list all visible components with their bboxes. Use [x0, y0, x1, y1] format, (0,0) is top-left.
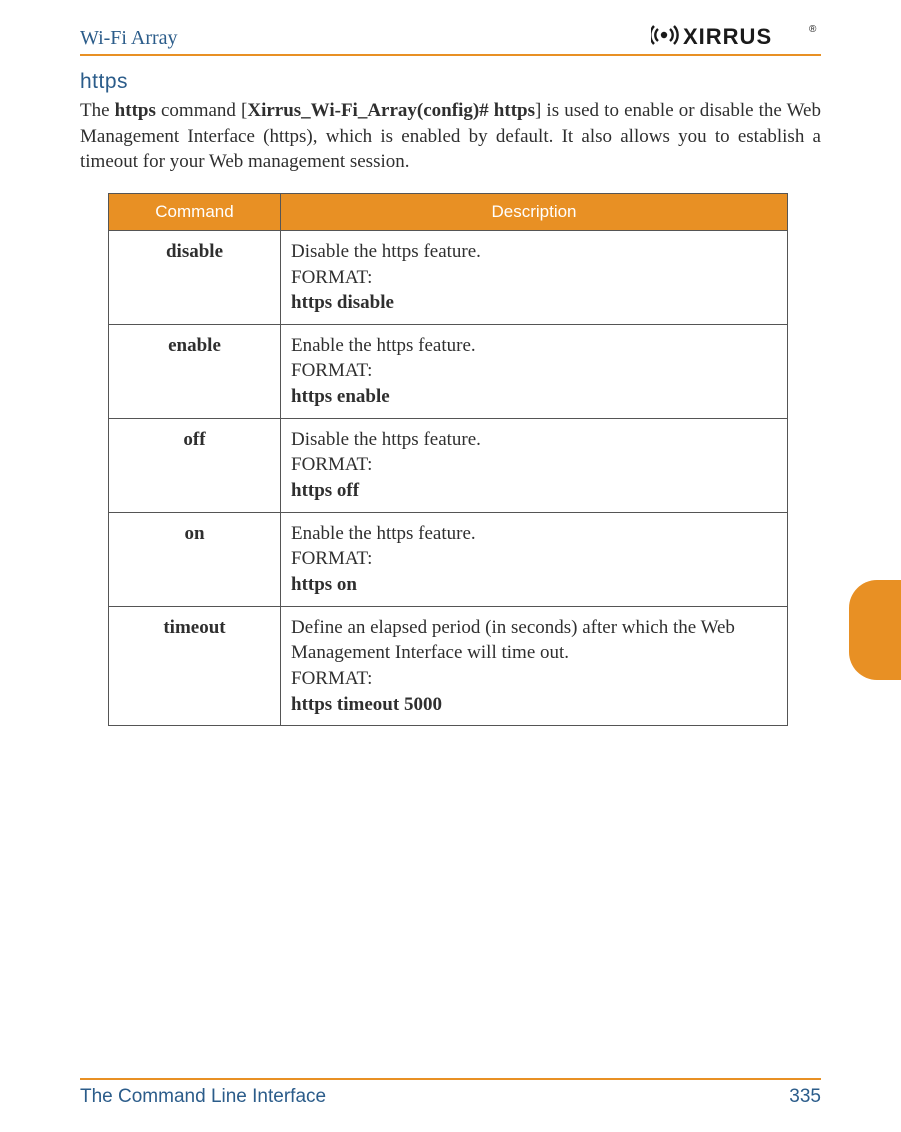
footer-left: The Command Line Interface [80, 1086, 326, 1108]
page-footer: The Command Line Interface 335 [80, 1078, 821, 1108]
intro-prompt: Xirrus_Wi-Fi_Array(config)# https [247, 100, 535, 121]
cell-command: disable [109, 230, 281, 324]
desc-text: Enable the https feature. [291, 335, 476, 356]
cell-description: Disable the https feature. FORMAT: https… [281, 230, 788, 324]
cell-description: Enable the https feature. FORMAT: https … [281, 324, 788, 418]
table-row: off Disable the https feature. FORMAT: h… [109, 418, 788, 512]
format-label: FORMAT: [291, 548, 372, 569]
cell-command: off [109, 418, 281, 512]
desc-text: Enable the https feature. [291, 523, 476, 544]
logo-text: XIRRUS [683, 24, 772, 49]
desc-text: Disable the https feature. [291, 429, 481, 450]
format-label: FORMAT: [291, 668, 372, 689]
page-header: Wi-Fi Array XIRRUS ® [80, 20, 821, 50]
table-row: timeout Define an elapsed period (in sec… [109, 606, 788, 726]
table-row: enable Enable the https feature. FORMAT:… [109, 324, 788, 418]
col-header-description: Description [281, 193, 788, 230]
intro-paragraph: The https command [Xirrus_Wi-Fi_Array(co… [80, 98, 821, 175]
format-label: FORMAT: [291, 267, 372, 288]
logo-reg: ® [809, 24, 817, 35]
table-header-row: Command Description [109, 193, 788, 230]
format-text: https enable [291, 386, 390, 407]
cell-description: Enable the https feature. FORMAT: https … [281, 512, 788, 606]
table-row: on Enable the https feature. FORMAT: htt… [109, 512, 788, 606]
format-text: https on [291, 574, 357, 595]
cell-command: enable [109, 324, 281, 418]
format-text: https off [291, 480, 359, 501]
footer-row: The Command Line Interface 335 [80, 1086, 821, 1108]
page-number: 335 [789, 1086, 821, 1108]
format-text: https disable [291, 292, 394, 313]
intro-cmd: https [115, 100, 156, 121]
logo: XIRRUS ® [651, 20, 821, 50]
desc-text: Define an elapsed period (in seconds) af… [291, 617, 735, 664]
cell-command: on [109, 512, 281, 606]
format-label: FORMAT: [291, 454, 372, 475]
table-row: disable Disable the https feature. FORMA… [109, 230, 788, 324]
xirrus-logo-icon: XIRRUS ® [651, 20, 821, 50]
page: Wi-Fi Array XIRRUS ® https The https com… [0, 0, 901, 1132]
header-divider [80, 54, 821, 56]
intro-text-pre: The [80, 100, 115, 121]
desc-text: Disable the https feature. [291, 241, 481, 262]
command-table: Command Description disable Disable the … [108, 193, 788, 726]
intro-text-mid1: command [ [156, 100, 248, 121]
section-title: https [80, 70, 821, 94]
side-tab [849, 580, 901, 680]
format-label: FORMAT: [291, 360, 372, 381]
col-header-command: Command [109, 193, 281, 230]
header-title: Wi-Fi Array [80, 27, 178, 50]
format-text: https timeout 5000 [291, 694, 442, 715]
cell-description: Define an elapsed period (in seconds) af… [281, 606, 788, 726]
footer-divider [80, 1078, 821, 1080]
cell-description: Disable the https feature. FORMAT: https… [281, 418, 788, 512]
cell-command: timeout [109, 606, 281, 726]
